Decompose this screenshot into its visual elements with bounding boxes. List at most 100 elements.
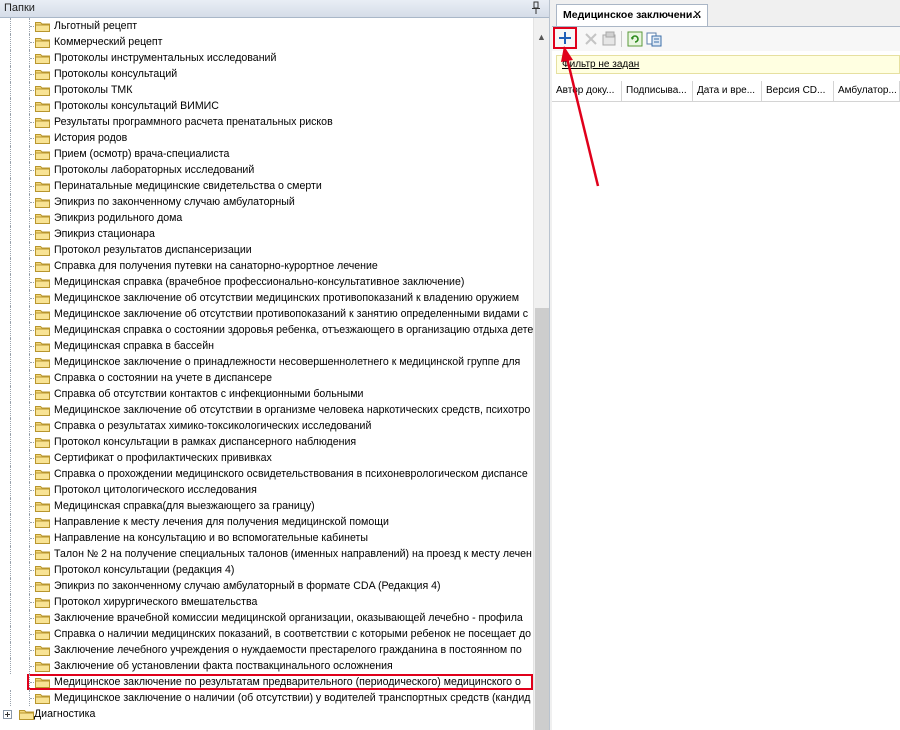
tree-guide-line [10,82,11,98]
documents-panel: Медицинское заключени... ✕ Фильтр не зад… [552,0,900,730]
tree-folder-item[interactable]: Протоколы консультаций ВИМИС [0,98,533,114]
tree-folder-item[interactable]: Медицинское заключение о наличии (об отс… [0,690,533,706]
tree-folder-item[interactable]: Медицинское заключение об отсутствии про… [0,306,533,322]
tree-folder-item[interactable]: Медицинская справка (врачебное профессио… [0,274,533,290]
tree-folder-item[interactable]: Прием (осмотр) врача-специалиста [0,146,533,162]
folder-icon [35,229,50,240]
tree-folder-item[interactable]: Протоколы лабораторных исследований [0,162,533,178]
tree-folder-item[interactable]: Справка об отсутствии контактов с инфекц… [0,386,533,402]
filter-link[interactable]: Фильтр не задан [562,59,639,70]
tree-folder-item[interactable]: Заключение лечебного учреждения о нуждае… [0,642,533,658]
tree-folder-item[interactable]: Заключение врачебной комиссии медицинско… [0,610,533,626]
tree-folder-item[interactable]: Заключение об установлении факта поствак… [0,658,533,674]
tree-folder-item[interactable]: Справка о состоянии на учете в диспансер… [0,370,533,386]
tree-folder-item[interactable]: Протоколы консультаций [0,66,533,82]
close-icon[interactable]: ✕ [693,8,702,21]
tree-folder-item[interactable]: Протокол консультации (редакция 4) [0,562,533,578]
folder-icon [35,421,50,432]
folder-tree: Льготный рецепт Коммерческий рецепт Проток… [0,18,533,730]
tree-guide-line [10,370,11,386]
tree-folder-item[interactable]: Эпикриз стационара [0,226,533,242]
tree-folder-item[interactable]: Эпикриз по законченному случаю амбулатор… [0,578,533,594]
tree-folder-item[interactable]: Протокол цитологического исследования [0,482,533,498]
folder-icon [35,501,50,512]
tree-folder-label: Медицинское заключение об отсутствии мед… [54,292,519,304]
tree-folder-item[interactable]: Медицинская справка о состоянии здоровья… [0,322,533,338]
folder-icon [35,677,50,688]
folder-icon [35,357,50,368]
pin-icon[interactable] [531,1,541,15]
tree-folder-label: Медицинская справка(для выезжающего за г… [54,500,315,512]
tree-folder-label: Протокол результатов диспансеризации [54,244,252,256]
tree-folder-item[interactable]: Направление на консультацию и во вспомог… [0,530,533,546]
folder-icon [35,373,50,384]
column-header[interactable]: Подписыва... [622,81,693,101]
tree-folder-item[interactable]: Льготный рецепт [0,18,533,34]
folder-icon [35,181,50,192]
folder-icon [35,245,50,256]
tree-folder-item[interactable]: Медицинское заключение по результатам пр… [27,674,533,690]
tree-folder-label: Протоколы ТМК [54,84,133,96]
tree-folder-item[interactable]: Медицинская справка в бассейн [0,338,533,354]
scrollbar-thumb[interactable] [535,308,549,730]
folder-icon [35,309,50,320]
tree-guide-line [10,498,11,514]
tree-folder-item[interactable]: Диагностика [0,706,533,722]
folders-panel-header: Папки [0,0,549,18]
tree-folder-item[interactable]: Перинатальные медицинские свидетельства … [0,178,533,194]
tree-guide-line [10,178,11,194]
add-button[interactable] [553,27,577,49]
column-header[interactable]: Дата и вре... [693,81,762,101]
properties-icon[interactable] [600,30,618,48]
tree-folder-label: Диагностика [34,708,96,720]
tree-folder-item[interactable]: Результаты программного расчета пренатал… [0,114,533,130]
tree-folder-label: Протоколы инструментальных исследований [54,52,277,64]
tree-folder-item[interactable]: Медицинское заключение о принадлежности … [0,354,533,370]
tree-folder-label: Медицинское заключение об отсутствии в о… [54,404,531,416]
tree-folder-item[interactable]: Справка о прохождении медицинского освид… [0,466,533,482]
tab-medical-conclusion[interactable]: Медицинское заключени... ✕ [556,4,708,26]
tree-folder-item[interactable]: Протоколы инструментальных исследований [0,50,533,66]
folder-icon [35,341,50,352]
column-header[interactable]: Автор доку... [552,81,622,101]
tree-folder-item[interactable]: Талон № 2 на получение специальных талон… [0,546,533,562]
delete-icon[interactable] [582,30,600,48]
tree-folder-label: Эпикриз по законченному случаю амбулатор… [54,580,441,592]
tree-folder-label: Заключение об установлении факта поствак… [54,660,393,672]
tree-folder-item[interactable]: Коммерческий рецепт [0,34,533,50]
column-header[interactable]: Версия CD... [762,81,834,101]
folder-tree-scrollbar[interactable]: ▲ [533,18,549,730]
expand-icon[interactable] [3,710,12,719]
tree-folder-label: Заключение врачебной комиссии медицинско… [54,612,523,624]
column-header[interactable]: Амбулатор... [834,81,900,101]
export-icon[interactable] [645,30,663,48]
tree-folder-item[interactable]: Справка о наличии медицинских показаний,… [0,626,533,642]
refresh-icon[interactable] [626,30,644,48]
tree-folder-item[interactable]: Протокол консультации в рамках диспансер… [0,434,533,450]
tree-guide-line [10,482,11,498]
tree-guide-line [10,130,11,146]
tree-folder-label: Направление к месту лечения для получени… [54,516,389,528]
tree-guide-line [10,578,11,594]
tree-folder-item[interactable]: Направление к месту лечения для получени… [0,514,533,530]
tree-folder-item[interactable]: Сертификат о профилактических прививках [0,450,533,466]
tree-folder-label: Протоколы лабораторных исследований [54,164,255,176]
tree-folder-item[interactable]: Протоколы ТМК [0,82,533,98]
tree-folder-item[interactable]: Медицинское заключение об отсутствии мед… [0,290,533,306]
tree-folder-item[interactable]: Медицинская справка(для выезжающего за г… [0,498,533,514]
tree-folder-item[interactable]: История родов [0,130,533,146]
tree-folder-item[interactable]: Справка о результатах химико-токсикологи… [0,418,533,434]
tree-folder-label: Медицинское заключение об отсутствии про… [54,308,529,320]
tree-folder-label: Медицинское заключение о принадлежности … [54,356,521,368]
tree-folder-label: Протоколы консультаций [54,68,178,80]
tree-folder-item[interactable]: Эпикриз по законченному случаю амбулатор… [0,194,533,210]
tree-folder-item[interactable]: Протокол хирургического вмешательства [0,594,533,610]
folder-icon [35,133,50,144]
tree-folder-item[interactable]: Протокол результатов диспансеризации [0,242,533,258]
scroll-up-arrow-icon[interactable]: ▲ [537,32,546,42]
tree-folder-item[interactable]: Справка для получения путевки на санатор… [0,258,533,274]
tree-folder-item[interactable]: Эпикриз родильного дома [0,210,533,226]
tree-folder-item[interactable]: Медицинское заключение об отсутствии в о… [0,402,533,418]
tree-folder-label: Направление на консультацию и во вспомог… [54,532,369,544]
tree-folder-label: История родов [54,132,128,144]
